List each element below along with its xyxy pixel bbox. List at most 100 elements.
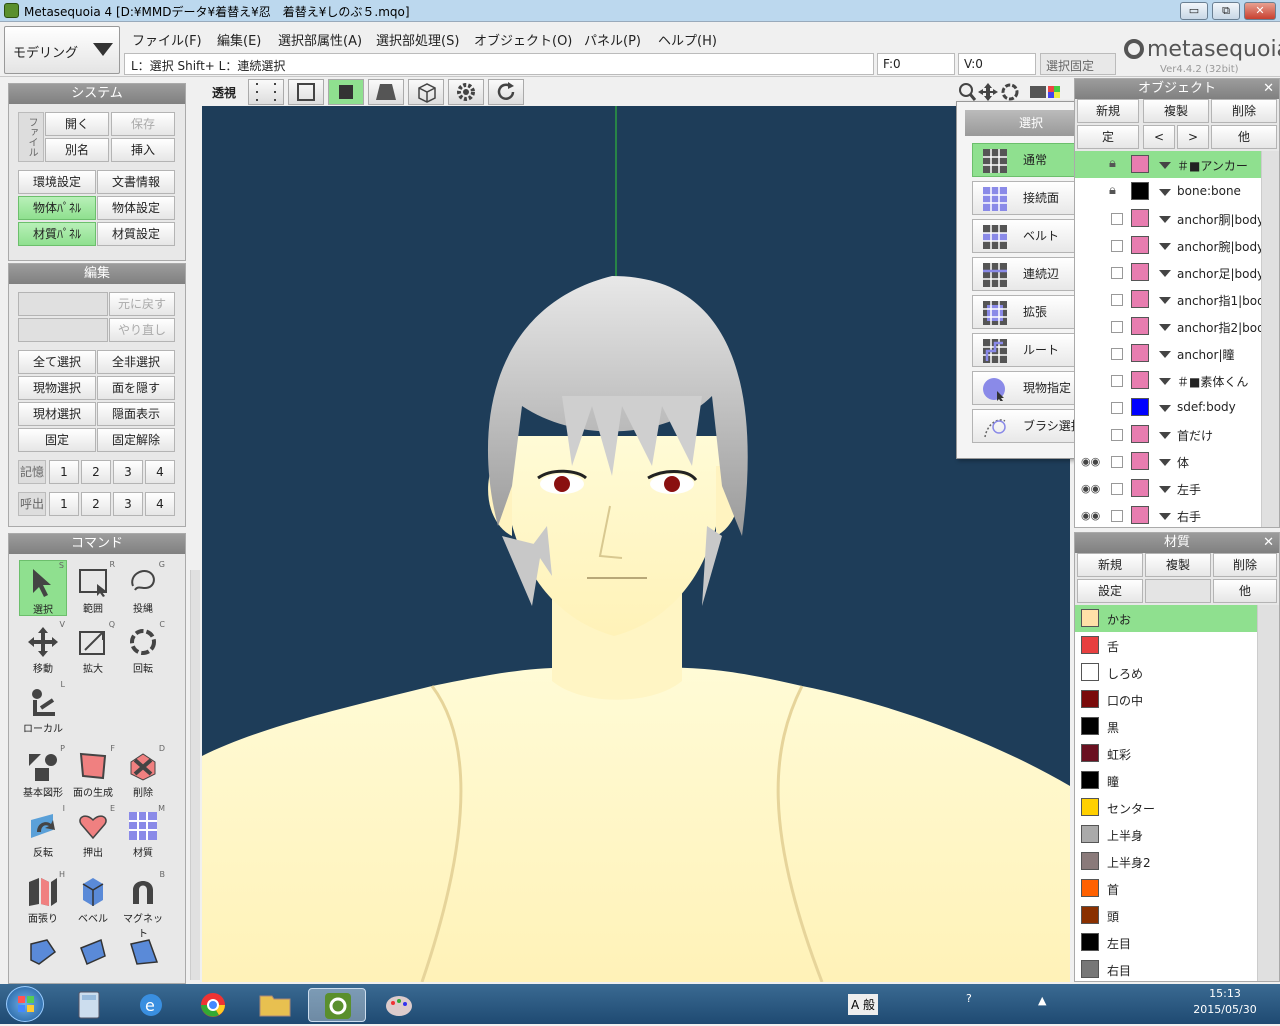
object-color-swatch[interactable] [1131, 236, 1149, 254]
explorer-taskbar-button[interactable] [246, 988, 304, 1022]
object-other-button[interactable]: 他 [1211, 125, 1277, 149]
flip-command[interactable]: 反転 I [19, 804, 67, 860]
chevron-down-icon[interactable] [1159, 270, 1171, 277]
material-color-swatch[interactable] [1081, 744, 1099, 762]
object-color-swatch[interactable] [1131, 209, 1149, 227]
minimize-button[interactable]: ▭ [1180, 2, 1208, 20]
material-settings-button[interactable]: 設定 [1077, 579, 1143, 603]
material-row[interactable]: 瞳 [1075, 767, 1257, 794]
lasso-command[interactable]: 投縄 G [119, 560, 167, 616]
close-icon[interactable]: ✕ [1263, 79, 1274, 99]
texture-view-button[interactable] [368, 79, 404, 105]
chevron-down-icon[interactable] [1159, 513, 1171, 520]
unfix-button[interactable]: 固定解除 [97, 428, 175, 452]
recall-slot-2[interactable]: 2 [81, 492, 111, 516]
recall-slot-1[interactable]: 1 [49, 492, 79, 516]
chevron-down-icon[interactable] [1159, 432, 1171, 439]
material-color-swatch[interactable] [1081, 609, 1099, 627]
object-row[interactable]: 首だけ [1075, 421, 1261, 448]
select-current-object-button[interactable]: 現物選択 [18, 376, 96, 400]
material-row[interactable]: 黒 [1075, 713, 1257, 740]
material-row[interactable]: 口の中 [1075, 686, 1257, 713]
recall-slot-3[interactable]: 3 [113, 492, 143, 516]
smooth-command[interactable] [69, 930, 117, 983]
memory-slot-1[interactable]: 1 [49, 460, 79, 484]
material-row[interactable]: かお [1075, 605, 1257, 632]
redo-button[interactable]: やり直し [109, 318, 175, 342]
saveas-button[interactable]: 別名 [45, 138, 109, 162]
object-list[interactable]: 🔒︎ ＃■アンカー 🔒︎ bone:bone anchor胴|body anchor腕|b… [1075, 151, 1261, 527]
material-row[interactable]: 頭 [1075, 902, 1257, 929]
material-row[interactable]: 虹彩 [1075, 740, 1257, 767]
start-button[interactable] [6, 986, 44, 1022]
lock-checkbox[interactable] [1111, 429, 1123, 441]
lock-icon[interactable]: 🔒︎ [1109, 183, 1116, 198]
lock-icon[interactable]: 🔒︎ [1109, 156, 1116, 171]
object-row[interactable]: anchor指2|bod [1075, 313, 1261, 340]
env-settings-button[interactable]: 環境設定 [18, 170, 96, 194]
wedge-command[interactable] [119, 930, 167, 983]
lock-checkbox[interactable] [1111, 483, 1123, 495]
object-color-swatch[interactable] [1131, 344, 1149, 362]
material-row[interactable]: センター [1075, 794, 1257, 821]
material-duplicate-button[interactable]: 複製 [1145, 553, 1211, 577]
menu-panel[interactable]: パネル(P) [580, 28, 645, 51]
memory-slot-2[interactable]: 2 [81, 460, 111, 484]
object-settings-button[interactable]: 物体設定 [97, 196, 175, 220]
help-icon[interactable]: ? [966, 992, 972, 1005]
material-row[interactable]: 上半身 [1075, 821, 1257, 848]
object-row[interactable]: 🔒︎ ＃■アンカー [1075, 151, 1261, 178]
lock-checkbox[interactable] [1111, 213, 1123, 225]
maximize-button[interactable]: ⧉ [1212, 2, 1240, 20]
object-list-scrollbar[interactable] [1261, 151, 1279, 527]
deselect-all-button[interactable]: 全非選択 [97, 350, 175, 374]
material-row[interactable]: 左目 [1075, 929, 1257, 956]
open-button[interactable]: 開く [45, 112, 109, 136]
rotate-command[interactable]: 回転 C [119, 620, 167, 676]
material-color-swatch[interactable] [1081, 879, 1099, 897]
chevron-down-icon[interactable] [1159, 405, 1171, 412]
move-command[interactable]: 移動 V [19, 620, 67, 676]
show-hidden-button[interactable]: 隠面表示 [97, 402, 175, 426]
memory-slot-4[interactable]: 4 [145, 460, 175, 484]
material-new-button[interactable]: 新規 [1077, 553, 1143, 577]
object-color-swatch[interactable] [1131, 290, 1149, 308]
file-tab[interactable]: ファイル [18, 112, 44, 162]
chevron-down-icon[interactable] [1159, 297, 1171, 304]
lock-checkbox[interactable] [1111, 240, 1123, 252]
lock-checkbox[interactable] [1111, 375, 1123, 387]
magnet-command[interactable]: マグネット B [119, 870, 167, 940]
menu-object[interactable]: オブジェクト(O) [470, 28, 576, 51]
lock-checkbox[interactable] [1111, 321, 1123, 333]
chevron-down-icon[interactable] [1159, 459, 1171, 466]
object-color-swatch[interactable] [1131, 371, 1149, 389]
material-color-swatch[interactable] [1081, 663, 1099, 681]
material-color-swatch[interactable] [1081, 798, 1099, 816]
insert-button[interactable]: 挿入 [111, 138, 175, 162]
mode-selector[interactable]: モデリング [4, 26, 120, 74]
material-panel-toggle[interactable]: 材質ﾊﾟﾈﾙ [18, 222, 96, 246]
material-color-swatch[interactable] [1081, 933, 1099, 951]
material-color-swatch[interactable] [1081, 717, 1099, 735]
system-tray[interactable]: A 般 ? ▲ [826, 990, 1126, 1020]
lock-checkbox[interactable] [1111, 402, 1123, 414]
lock-checkbox[interactable] [1111, 294, 1123, 306]
primitive-command[interactable]: 基本図形 P [19, 744, 67, 800]
object-row[interactable]: sdef:body [1075, 394, 1261, 421]
material-row[interactable]: 右目 [1075, 956, 1257, 981]
object-color-swatch[interactable] [1131, 155, 1149, 173]
eye-icon[interactable]: ◉◉ [1081, 509, 1100, 522]
material-color-swatch[interactable] [1081, 960, 1099, 978]
eye-icon[interactable]: ◉◉ [1081, 482, 1100, 495]
paint-taskbar-button[interactable] [370, 988, 428, 1022]
save-button[interactable]: 保存 [111, 112, 175, 136]
knife-command[interactable] [19, 930, 67, 983]
face-view-button[interactable] [328, 79, 364, 105]
material-list[interactable]: かお舌しろめ 口の中黒虹彩瞳センター 上半身 上半身2 首頭左目 右目 [1075, 605, 1257, 981]
object-duplicate-button[interactable]: 複製 [1143, 99, 1209, 123]
chevron-down-icon[interactable] [1159, 351, 1171, 358]
object-row[interactable]: anchor指1|bod [1075, 286, 1261, 313]
object-color-swatch[interactable] [1131, 398, 1149, 416]
menu-selection-proc[interactable]: 選択部処理(S) [372, 28, 463, 51]
perspective-toggle[interactable]: 透視 [212, 84, 236, 101]
